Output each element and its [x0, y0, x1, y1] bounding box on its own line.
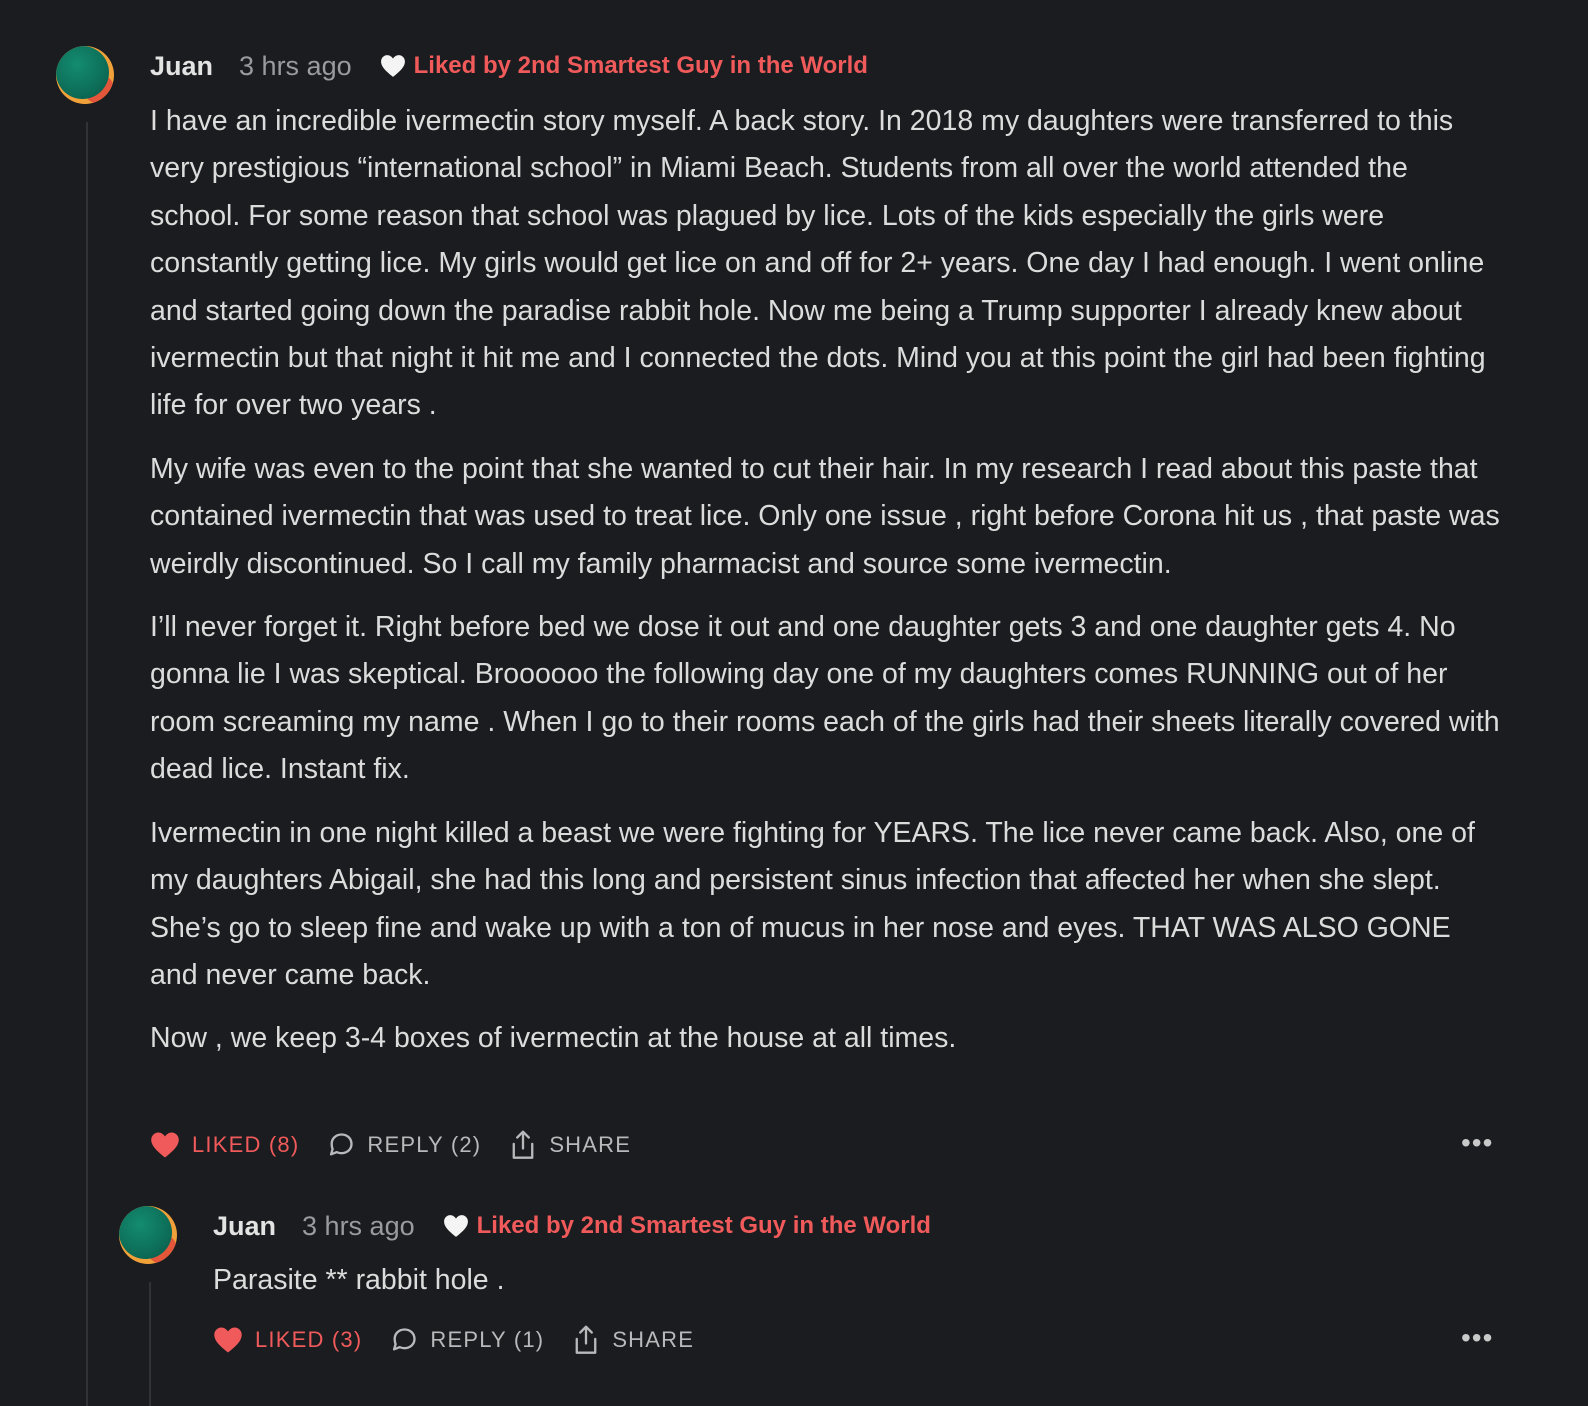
reply-comment: Juan 3 hrs ago Liked by 2nd Smartest Guy… [0, 0, 1588, 1406]
more-options-button[interactable]: ••• [1461, 1322, 1493, 1354]
thread-line[interactable] [149, 1282, 151, 1406]
comment-body: Parasite ** rabbit hole . [213, 1257, 1493, 1320]
comment-actions: LIKED (3) REPLY (1) SHARE [213, 1322, 722, 1358]
avatar[interactable] [119, 1206, 177, 1264]
comment-header: Juan 3 hrs ago Liked by 2nd Smartest Guy… [213, 1206, 931, 1246]
timestamp[interactable]: 3 hrs ago [302, 1211, 415, 1242]
comment-paragraph: Parasite ** rabbit hole . [213, 1264, 505, 1296]
like-label: LIKED (3) [255, 1327, 363, 1352]
heart-outline-icon [443, 1215, 468, 1237]
reply-label: REPLY (1) [430, 1327, 545, 1352]
share-upload-icon [575, 1325, 597, 1354]
share-button[interactable]: SHARE [572, 1325, 694, 1355]
liked-by-badge: Liked by 2nd Smartest Guy in the World [443, 1212, 931, 1240]
speech-bubble-icon [393, 1328, 417, 1351]
comments-page: Juan 3 hrs ago Liked by 2nd Smartest Guy… [0, 0, 1588, 1406]
liked-by-text: Liked by 2nd Smartest Guy in the World [476, 1212, 931, 1239]
author-name[interactable]: Juan [213, 1211, 276, 1242]
reply-button[interactable]: REPLY (1) [390, 1326, 544, 1354]
share-label: SHARE [612, 1327, 695, 1352]
like-button[interactable]: LIKED (3) [213, 1326, 362, 1354]
heart-filled-icon [214, 1327, 242, 1353]
